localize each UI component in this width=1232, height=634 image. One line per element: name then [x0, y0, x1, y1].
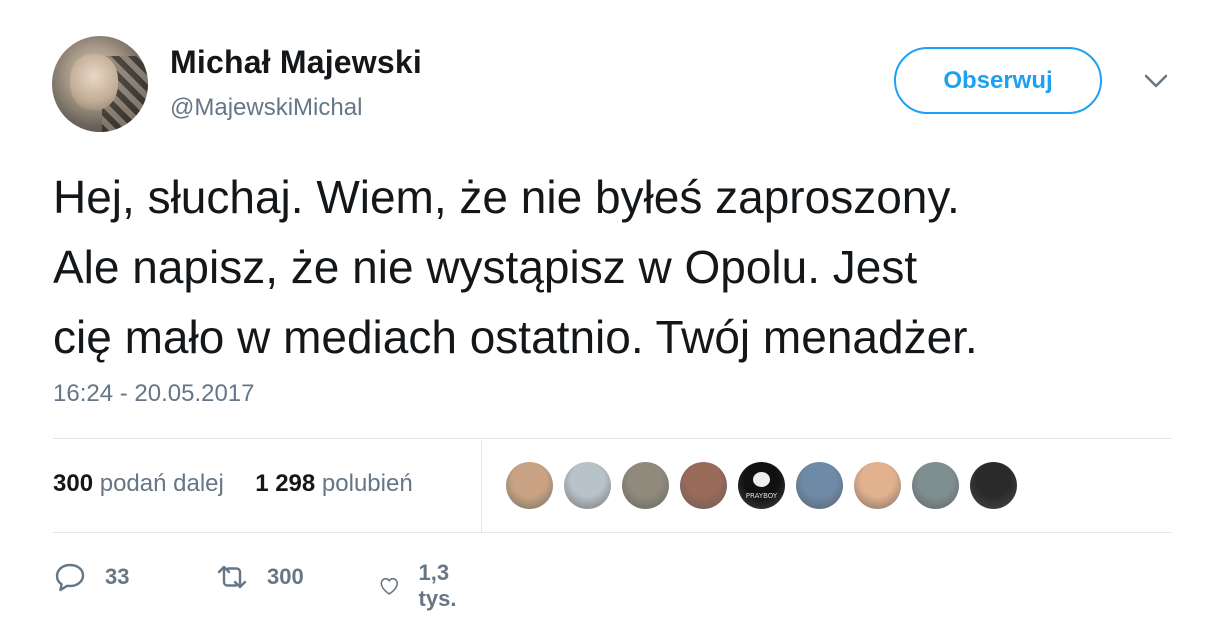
like-action[interactable]: 1,3 tys.: [378, 560, 468, 612]
retweets-stat[interactable]: 300 podań dalej: [53, 470, 224, 497]
avatar-face: [70, 54, 118, 110]
likes-count: 1 298: [255, 470, 316, 497]
retweets-label: podań dalej: [99, 470, 224, 497]
retweet-icon: [217, 565, 247, 589]
divider: [53, 532, 1172, 533]
chevron-down-icon[interactable]: [1142, 70, 1170, 92]
liker-avatar[interactable]: [564, 462, 611, 509]
tweet-timestamp[interactable]: 16:24 - 20.05.2017: [53, 380, 255, 408]
divider: [53, 438, 1172, 439]
author-name[interactable]: Michał Majewski: [170, 44, 422, 81]
heart-icon: [380, 577, 398, 595]
likes-label: polubień: [321, 470, 413, 497]
vertical-divider: [481, 440, 482, 532]
likes-stat[interactable]: 1 298 polubień: [255, 470, 412, 497]
reply-icon: [55, 563, 85, 592]
reply-count: 33: [105, 564, 130, 589]
tweet-text: Hej, słuchaj. Wiem, że nie byłeś zaprosz…: [53, 162, 1203, 372]
liker-avatar[interactable]: [680, 462, 727, 509]
author-handle[interactable]: @MajewskiMichal: [170, 94, 362, 122]
liker-avatar[interactable]: [970, 462, 1017, 509]
tweet-line: Hej, słuchaj. Wiem, że nie byłeś zaprosz…: [53, 171, 960, 223]
reply-action[interactable]: 33: [53, 560, 129, 594]
liker-avatar-emblem: [753, 472, 770, 487]
liker-avatar[interactable]: [796, 462, 843, 509]
liker-avatar[interactable]: [912, 462, 959, 509]
liker-avatar[interactable]: [506, 462, 553, 509]
liker-avatar[interactable]: [854, 462, 901, 509]
retweet-action[interactable]: 300: [215, 560, 304, 594]
tweet-line: cię mało w mediach ostatnio. Twój menadż…: [53, 311, 978, 363]
retweet-count: 300: [267, 564, 304, 589]
liker-avatar[interactable]: [622, 462, 669, 509]
tweet-line: Ale napisz, że nie wystąpisz w Opolu. Je…: [53, 241, 918, 293]
liker-avatar-logo: PRAYBOY: [745, 492, 778, 500]
engagement-stats: 300 podań dalej 1 298 polubień: [53, 470, 413, 498]
author-avatar[interactable]: [52, 36, 148, 132]
liker-avatar[interactable]: PRAYBOY: [738, 462, 785, 509]
like-count: 1,3 tys.: [418, 560, 457, 611]
follow-button[interactable]: Obserwuj: [894, 47, 1102, 114]
retweets-count: 300: [53, 470, 94, 497]
